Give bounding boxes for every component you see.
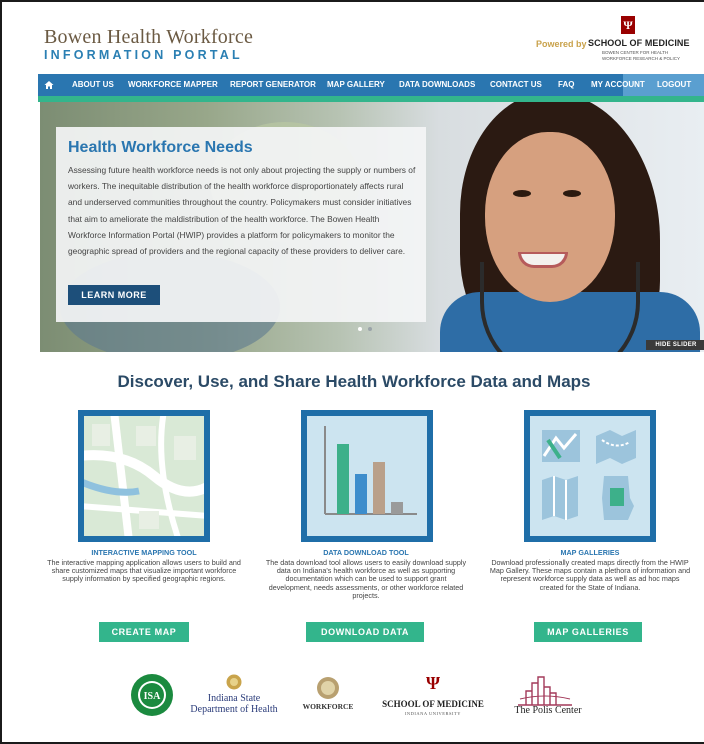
- main-nav: ABOUT US WORKFORCE MAPPER REPORT GENERAT…: [38, 74, 704, 96]
- polis-logo[interactable]: The Polis Center: [508, 705, 588, 716]
- isdh-logo[interactable]: Indiana State Department of Health: [188, 693, 280, 715]
- data-download-image[interactable]: [301, 410, 433, 542]
- slider-dot[interactable]: [368, 327, 372, 331]
- bar-chart-icon: [307, 416, 427, 536]
- iu-trident-icon: Ψ: [621, 16, 635, 34]
- data-download-heading[interactable]: DATA DOWNLOAD TOOL: [264, 548, 468, 557]
- isdh-line1: Indiana State: [207, 693, 261, 704]
- powered-by-label: Powered by: [536, 39, 587, 49]
- section-title: Discover, Use, and Share Health Workforc…: [117, 372, 591, 391]
- mapping-tool-description: The interactive mapping application allo…: [47, 558, 241, 584]
- iu-trident-logo-icon: Ψ: [426, 673, 441, 693]
- nav-faq[interactable]: FAQ: [558, 74, 574, 96]
- home-icon[interactable]: [44, 80, 54, 90]
- map-icon: [84, 416, 204, 536]
- hide-slider-button[interactable]: HIDE SLIDER: [646, 340, 704, 350]
- nav-about-us[interactable]: ABOUT US: [72, 74, 114, 96]
- mapping-tool-heading[interactable]: INTERACTIVE MAPPING TOOL: [42, 548, 246, 557]
- page: Bowen Health Workforce INFORMATION PORTA…: [0, 0, 704, 744]
- bowen-center-label: BOWEN CENTER FOR HEALTH WORKFORCE RESEAR…: [602, 50, 681, 61]
- som-logo[interactable]: SCHOOL OF MEDICINE: [374, 699, 492, 709]
- polis-buildings-icon: [518, 676, 572, 706]
- learn-more-button[interactable]: LEARN MORE: [68, 285, 160, 305]
- school-of-medicine-logo[interactable]: SCHOOL OF MEDICINE: [588, 38, 690, 48]
- nav-contact-us[interactable]: CONTACT US: [490, 74, 542, 96]
- site-header: Bowen Health Workforce INFORMATION PORTA…: [2, 2, 704, 72]
- nav-map-gallery[interactable]: MAP GALLERY: [327, 74, 385, 96]
- mapping-tool-image[interactable]: [78, 410, 210, 542]
- nav-logout[interactable]: LOGOUT: [657, 74, 691, 96]
- brand-title[interactable]: Bowen Health Workforce: [44, 26, 253, 49]
- download-data-button[interactable]: DOWNLOAD DATA: [306, 622, 424, 642]
- hero-text: Assessing future health workforce needs …: [68, 165, 416, 257]
- stethoscope: [480, 262, 640, 352]
- nav-data-downloads[interactable]: DATA DOWNLOADS: [399, 74, 475, 96]
- isdh-line2: Department of Health: [190, 704, 278, 715]
- nav-workforce-mapper[interactable]: WORKFORCE MAPPER: [128, 74, 218, 96]
- create-map-button[interactable]: CREATE MAP: [99, 622, 189, 642]
- slider-dot-active[interactable]: [358, 327, 362, 331]
- svg-text:ISA: ISA: [144, 691, 161, 702]
- data-download-description: The data download tool allows users to e…: [265, 558, 467, 600]
- hero-title: Health Workforce Needs: [68, 139, 253, 156]
- map-galleries-button[interactable]: MAP GALLERIES: [534, 622, 642, 642]
- workforce-seal-icon: [317, 677, 339, 699]
- map-galleries-heading[interactable]: MAP GALLERIES: [488, 548, 692, 557]
- nav-my-account[interactable]: MY ACCOUNT: [591, 74, 645, 96]
- workforce-logo[interactable]: WORKFORCE: [298, 702, 358, 711]
- isdh-seal-icon[interactable]: ISA: [130, 673, 174, 717]
- map-galleries-description: Download professionally created maps dir…: [489, 558, 691, 592]
- map-gallery-icon: [530, 416, 650, 536]
- brand-subtitle[interactable]: INFORMATION PORTAL: [44, 48, 243, 62]
- nav-report-generator[interactable]: REPORT GENERATOR: [230, 74, 316, 96]
- som-sub-logo: INDIANA UNIVERSITY: [404, 711, 462, 716]
- map-gallery-image[interactable]: [524, 410, 656, 542]
- state-seal-icon: [226, 674, 242, 690]
